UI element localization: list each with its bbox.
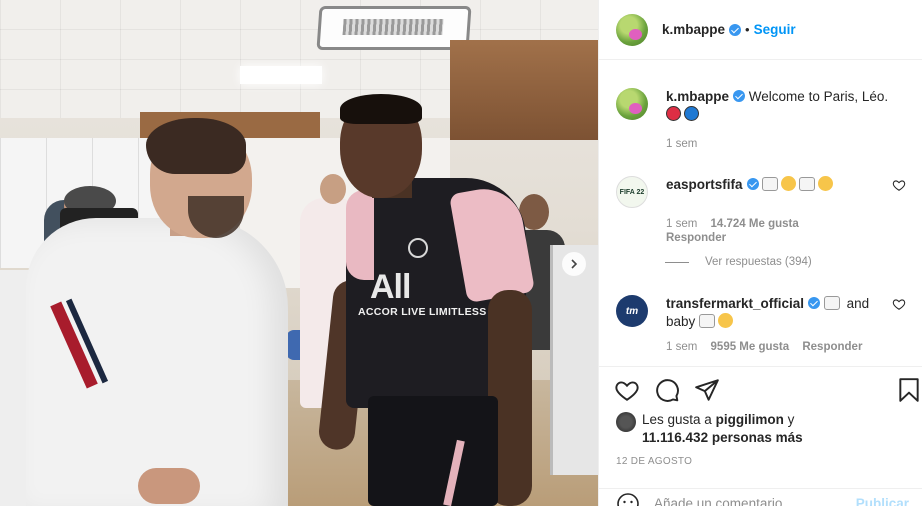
comments-list[interactable]: k.mbappe Welcome to Paris, Léo. 1 sem FI…	[599, 61, 922, 366]
post-date: 12 DE AGOSTO	[616, 456, 693, 467]
likes-prefix: Les gusta a	[642, 412, 712, 427]
jersey-sleeve	[346, 190, 374, 280]
goat-emoji-icon	[762, 177, 779, 191]
goat-emoji-icon	[699, 314, 716, 328]
like-comment-heart-icon[interactable]	[892, 297, 906, 311]
comment-username[interactable]: easportsfifa	[666, 177, 743, 192]
player-left-hair	[146, 118, 246, 174]
goat-emoji-icon	[823, 296, 840, 310]
header-separator: •	[745, 22, 750, 37]
ceiling-light	[240, 66, 322, 84]
author-avatar[interactable]	[616, 13, 648, 46]
goat-emoji-icon	[799, 177, 816, 191]
comment-item: tm transfermarkt_official and baby 1 sem…	[616, 295, 906, 353]
post-photo[interactable]: All ACCOR LIVE LIMITLESS	[0, 0, 598, 506]
comment-text-2: baby	[666, 314, 696, 329]
comment-input[interactable]: Añade un comentario...	[654, 496, 854, 506]
player-left-jacket	[26, 218, 288, 506]
verified-badge-icon	[746, 178, 759, 190]
verified-badge-icon	[808, 297, 821, 309]
red-circle-emoji-icon	[666, 106, 681, 121]
gym-machine	[550, 245, 598, 475]
heart-eyes-emoji-icon	[781, 176, 797, 191]
likes-connector: y	[787, 412, 795, 427]
comment-bubble-icon[interactable]	[654, 377, 680, 403]
player-right-shorts	[368, 396, 498, 506]
comment-item: FIFA 22 easportsfifa 1 sem 14.724 Me gus…	[616, 176, 906, 244]
like-heart-icon[interactable]	[614, 377, 640, 403]
verified-badge-icon	[733, 90, 746, 102]
comment-text-1: and	[846, 296, 870, 311]
emoji-picker-icon[interactable]	[616, 492, 640, 506]
commenter-avatar[interactable]: FIFA 22	[616, 176, 648, 208]
liker-username[interactable]: piggilimon	[716, 412, 784, 427]
air-conditioner	[316, 6, 472, 50]
share-send-icon[interactable]	[694, 377, 720, 403]
follow-button[interactable]: Seguir	[754, 22, 796, 37]
save-bookmark-icon[interactable]	[896, 377, 922, 403]
club-crest	[408, 238, 428, 258]
comment-likes[interactable]: 9595 Me gusta	[711, 341, 790, 353]
blue-circle-emoji-icon	[684, 106, 699, 121]
caption-text: Welcome to Paris, Léo.	[748, 89, 889, 104]
comment-time: 1 sem	[666, 218, 698, 230]
carousel-next-button[interactable]	[562, 252, 586, 276]
comment-username[interactable]: transfermarkt_official	[666, 296, 804, 311]
caption-username[interactable]: k.mbappe	[666, 89, 729, 104]
player-right-hair	[340, 94, 422, 124]
post-sidebar: k.mbappe • Seguir k.mbappe Welcome to Pa…	[598, 0, 922, 506]
replies-divider	[665, 261, 689, 263]
comment-likes[interactable]: 14.724 Me gusta	[711, 218, 799, 230]
likes-count[interactable]: 11.116.432 personas más	[642, 430, 803, 445]
caption-avatar[interactable]	[616, 88, 648, 120]
commenter-avatar[interactable]: tm	[616, 295, 648, 327]
caption: k.mbappe Welcome to Paris, Léo. 1 sem	[616, 88, 906, 150]
caption-time: 1 sem	[666, 138, 698, 150]
reply-button[interactable]: Responder	[666, 232, 906, 244]
verified-badge-icon	[729, 23, 742, 36]
liker-avatar[interactable]	[616, 412, 636, 432]
like-comment-heart-icon[interactable]	[892, 178, 906, 192]
post-header: k.mbappe • Seguir	[599, 0, 922, 60]
action-bar	[599, 366, 922, 406]
view-replies-button[interactable]: Ver respuestas (394)	[665, 256, 812, 268]
chevron-right-icon	[571, 259, 578, 269]
author-username[interactable]: k.mbappe	[662, 22, 725, 37]
comment-time: 1 sem	[666, 341, 698, 353]
view-replies-label: Ver respuestas (394)	[705, 256, 812, 268]
heart-eyes-emoji-icon	[718, 313, 734, 328]
laughing-emoji-icon	[818, 176, 834, 191]
add-comment-bar: Añade un comentario... Publicar	[599, 488, 922, 506]
publish-button[interactable]: Publicar	[856, 496, 909, 506]
jersey-brand-text: All	[370, 268, 411, 306]
likes-summary: Les gusta a piggilimon y 11.116.432 pers…	[616, 411, 916, 447]
jersey-sponsor-text: ACCOR LIVE LIMITLESS	[358, 306, 487, 318]
wood-panel-right	[450, 40, 598, 140]
player-left-hand	[138, 468, 200, 504]
reply-button[interactable]: Responder	[802, 341, 862, 353]
